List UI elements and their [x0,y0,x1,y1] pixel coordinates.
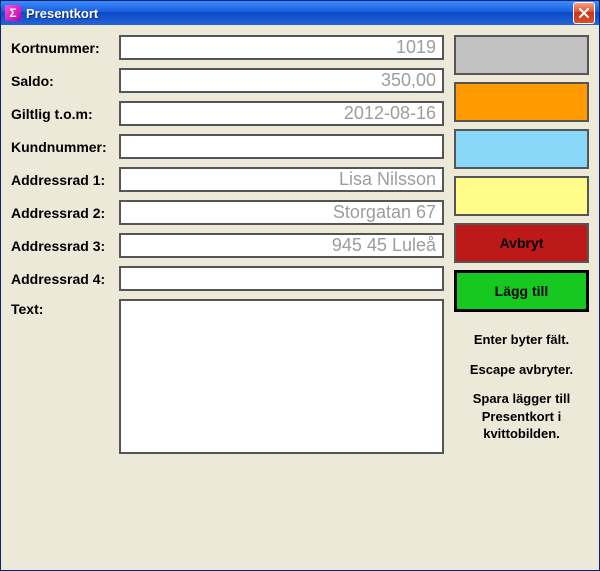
color-button-sky[interactable] [454,129,589,169]
close-button[interactable] [573,2,595,24]
avbryt-label: Avbryt [500,235,544,251]
color-button-silver[interactable] [454,35,589,75]
input-kundnummer[interactable] [119,134,444,159]
hint-enter: Enter byter fält. [454,331,589,349]
label-saldo: Saldo: [11,73,119,89]
window-presentkort: Σ Presentkort Kortnummer: Saldo: Giltlig… [0,0,600,571]
laggtill-label: Lägg till [495,283,549,299]
hint-spara: Spara lägger till Presentkort i kvittobi… [454,390,589,443]
app-icon: Σ [5,5,21,21]
label-addr4: Addressrad 4: [11,271,119,287]
hints: Enter byter fält. Escape avbryter. Spara… [454,331,589,455]
input-saldo[interactable] [119,68,444,93]
label-giltlig: Giltlig t.o.m: [11,106,119,122]
hint-escape: Escape avbryter. [454,361,589,379]
window-title: Presentkort [26,6,573,21]
label-addr1: Addressrad 1: [11,172,119,188]
input-text[interactable] [119,299,444,454]
close-icon [579,8,589,18]
label-kortnummer: Kortnummer: [11,40,119,56]
client-area: Kortnummer: Saldo: Giltlig t.o.m: Kundnu… [1,25,599,570]
label-kundnummer: Kundnummer: [11,139,119,155]
label-text: Text: [11,299,119,317]
color-button-yellow[interactable] [454,176,589,216]
form-column: Kortnummer: Saldo: Giltlig t.o.m: Kundnu… [11,35,444,454]
titlebar: Σ Presentkort [1,1,599,25]
laggtill-button[interactable]: Lägg till [454,270,589,312]
avbryt-button[interactable]: Avbryt [454,223,589,263]
input-addr1[interactable] [119,167,444,192]
input-addr3[interactable] [119,233,444,258]
color-button-orange[interactable] [454,82,589,122]
label-addr2: Addressrad 2: [11,205,119,221]
input-kortnummer[interactable] [119,35,444,60]
label-addr3: Addressrad 3: [11,238,119,254]
input-addr4[interactable] [119,266,444,291]
input-giltlig[interactable] [119,101,444,126]
input-addr2[interactable] [119,200,444,225]
side-column: Avbryt Lägg till Enter byter fält. Escap… [454,35,589,455]
